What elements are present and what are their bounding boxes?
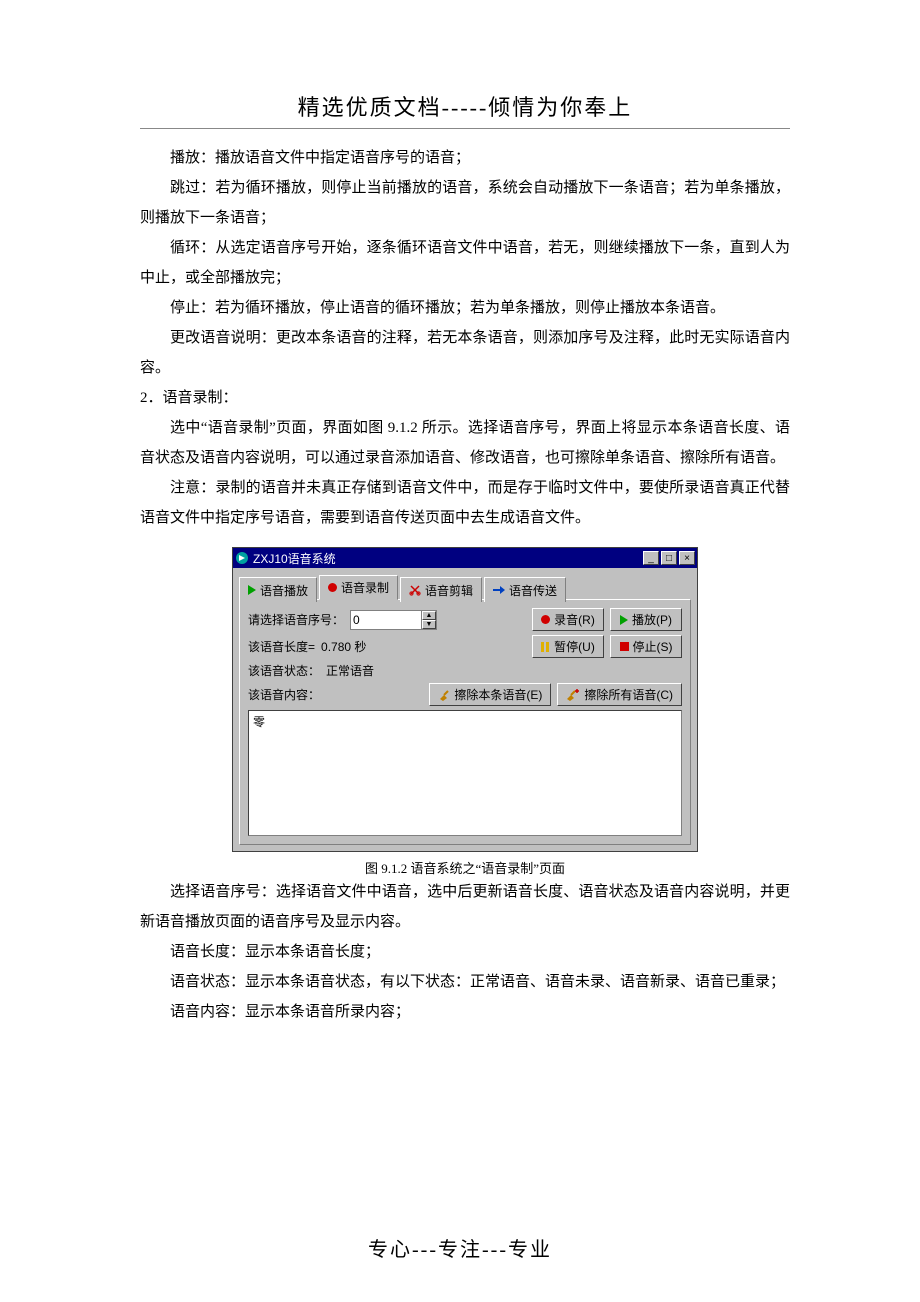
stop-button-label: 停止(S) — [633, 638, 673, 655]
erase-one-button[interactable]: 擦除本条语音(E) — [429, 683, 551, 706]
tab-cut[interactable]: 语音剪辑 — [400, 577, 482, 602]
record-icon — [328, 583, 337, 592]
record-panel: 请选择语音序号： ▲ ▼ 录音(R) — [239, 599, 691, 845]
spinner-down[interactable]: ▼ — [422, 620, 436, 629]
para-select-seq: 选择语音序号：选择语音文件中语音，选中后更新语音长度、语音状态及语音内容说明，并… — [140, 877, 790, 937]
tab-record[interactable]: 语音录制 — [319, 575, 398, 600]
titlebar: ZXJ10语音系统 _ □ × — [233, 548, 697, 568]
tab-bar: 语音播放 语音录制 语音剪辑 语音传送 — [233, 568, 697, 599]
erase-all-icon — [566, 689, 580, 701]
para-status: 语音状态：显示本条语音状态，有以下状态：正常语音、语音未录、语音新录、语音已重录… — [140, 967, 790, 997]
status-value: 正常语音 — [326, 662, 374, 679]
tab-play-label: 语音播放 — [260, 582, 308, 599]
seq-spinner[interactable]: ▲ ▼ — [350, 610, 437, 630]
arrow-right-icon — [493, 585, 505, 595]
status-label: 该语音状态： — [248, 662, 320, 679]
para-loop: 循环：从选定语音序号开始，逐条循环语音文件中语音，若无，则继续播放下一条，直到人… — [140, 233, 790, 293]
play-icon — [620, 615, 628, 625]
window-title: ZXJ10语音系统 — [253, 550, 641, 567]
spinner-up[interactable]: ▲ — [422, 611, 436, 620]
erase-icon — [438, 689, 450, 701]
seq-input[interactable] — [351, 611, 421, 629]
pause-button-label: 暂停(U) — [554, 638, 595, 655]
para-content: 语音内容：显示本条语音所录内容； — [140, 997, 790, 1027]
tab-send-label: 语音传送 — [509, 582, 557, 599]
play-button-label: 播放(P) — [632, 611, 672, 628]
length-label: 该语音长度= — [248, 638, 315, 655]
select-seq-label: 请选择语音序号： — [248, 611, 344, 628]
para-edit-desc: 更改语音说明：更改本条语音的注释，若无本条语音，则添加序号及注释，此时无实际语音… — [140, 323, 790, 383]
minimize-button[interactable]: _ — [643, 551, 659, 565]
para-record-1: 选中“语音录制”页面，界面如图 9.1.2 所示。选择语音序号，界面上将显示本条… — [140, 413, 790, 473]
para-stop: 停止：若为循环播放，停止语音的循环播放；若为单条播放，则停止播放本条语音。 — [140, 293, 790, 323]
para-record-note: 注意：录制的语音并未真正存储到语音文件中，而是存于临时文件中，要使所录语音真正代… — [140, 473, 790, 533]
record-button[interactable]: 录音(R) — [532, 608, 604, 631]
erase-all-label: 擦除所有语音(C) — [584, 686, 673, 703]
stop-icon — [620, 642, 629, 651]
tab-send[interactable]: 语音传送 — [484, 577, 566, 602]
content-label: 该语音内容： — [248, 686, 320, 703]
erase-one-label: 擦除本条语音(E) — [454, 686, 542, 703]
play-button[interactable]: 播放(P) — [610, 608, 682, 631]
tab-record-label: 语音录制 — [341, 579, 389, 596]
tab-cut-label: 语音剪辑 — [425, 582, 473, 599]
tab-play[interactable]: 语音播放 — [239, 577, 317, 602]
app-window: ZXJ10语音系统 _ □ × 语音播放 语音录制 语音剪 — [232, 547, 698, 852]
play-icon — [248, 585, 256, 595]
record-icon — [541, 615, 550, 624]
page-footer: 专心---专注---专业 — [0, 1233, 920, 1262]
app-icon — [235, 551, 249, 565]
stop-button[interactable]: 停止(S) — [610, 635, 682, 658]
scissors-icon — [409, 584, 421, 596]
erase-all-button[interactable]: 擦除所有语音(C) — [557, 683, 682, 706]
page-header: 精选优质文档-----倾情为你奉上 — [140, 90, 790, 129]
para-play: 播放：播放语音文件中指定语音序号的语音； — [140, 143, 790, 173]
section-2-title: 2．语音录制： — [140, 383, 790, 413]
pause-button[interactable]: 暂停(U) — [532, 635, 604, 658]
figure-caption: 图 9.1.2 语音系统之“语音录制”页面 — [140, 858, 790, 877]
content-textarea[interactable]: 零 — [248, 710, 682, 836]
para-length: 语音长度：显示本条语音长度； — [140, 937, 790, 967]
para-skip: 跳过：若为循环播放，则停止当前播放的语音，系统会自动播放下一条语音；若为单条播放… — [140, 173, 790, 233]
pause-icon — [541, 642, 550, 652]
length-value: 0.780 秒 — [321, 638, 366, 655]
record-button-label: 录音(R) — [554, 611, 595, 628]
maximize-button[interactable]: □ — [661, 551, 677, 565]
close-button[interactable]: × — [679, 551, 695, 565]
